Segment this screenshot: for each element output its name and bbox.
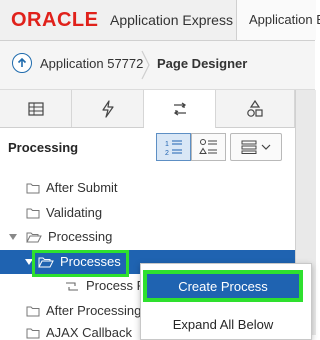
- tree-node-ajax-callback[interactable]: AJAX Callback: [26, 325, 132, 340]
- process-icon: [66, 281, 78, 291]
- svg-text:2: 2: [165, 150, 169, 156]
- tree-node-processing[interactable]: Processing: [8, 229, 112, 244]
- up-arrow-icon[interactable]: [12, 53, 32, 73]
- list-shapes-icon: [198, 139, 217, 154]
- folder-icon: [26, 208, 40, 218]
- shapes-icon: [247, 99, 263, 117]
- table-icon: [27, 101, 44, 116]
- tree-label: Processing: [48, 229, 113, 244]
- tree-node-after-processing[interactable]: After Processing: [26, 303, 141, 318]
- menu-item-create-process[interactable]: Create Process: [143, 270, 303, 302]
- processing-icon: [173, 102, 186, 116]
- product-name: Application Express: [110, 12, 233, 28]
- application-button[interactable]: Application E: [236, 0, 320, 40]
- processes-highlight: [32, 250, 129, 277]
- collapse-triangle-icon[interactable]: [8, 232, 18, 242]
- application-button-label: Application E: [249, 12, 320, 27]
- tab-shared-components[interactable]: [216, 90, 295, 127]
- folder-icon: [26, 183, 40, 193]
- breadcrumb-page-designer: Page Designer: [157, 56, 248, 71]
- numbered-list-icon: 1 2: [165, 140, 182, 156]
- panel-title: Processing: [8, 140, 79, 155]
- svg-text:1: 1: [165, 141, 169, 148]
- execution-order-button[interactable]: 1 2: [156, 133, 191, 161]
- tree-label: Validating: [46, 205, 103, 220]
- tree-label: After Submit: [46, 180, 118, 195]
- panel-menu-button[interactable]: [230, 133, 282, 161]
- oracle-logo: ORACLE: [11, 9, 99, 31]
- menu-item-expand-all-below[interactable]: Expand All Below: [143, 310, 303, 338]
- tree-label: AJAX Callback: [46, 325, 132, 340]
- open-folder-icon: [26, 232, 42, 242]
- lightning-icon: [101, 99, 114, 118]
- tab-rendering[interactable]: [0, 90, 72, 127]
- tab-processing[interactable]: [144, 90, 216, 128]
- breadcrumb-application[interactable]: Application 57772: [40, 56, 143, 71]
- tree-node-after-submit[interactable]: After Submit: [26, 180, 118, 195]
- stack-icon: [241, 140, 257, 154]
- tree-node-validating[interactable]: Validating: [26, 205, 102, 220]
- tab-dynamic-actions[interactable]: [72, 90, 144, 127]
- folder-icon: [26, 328, 40, 338]
- breadcrumb-separator-icon: [141, 50, 150, 80]
- folder-icon: [26, 306, 40, 316]
- tree-label: After Processing: [46, 303, 142, 318]
- chevron-down-icon: [261, 144, 271, 150]
- group-by-type-button[interactable]: [191, 133, 226, 161]
